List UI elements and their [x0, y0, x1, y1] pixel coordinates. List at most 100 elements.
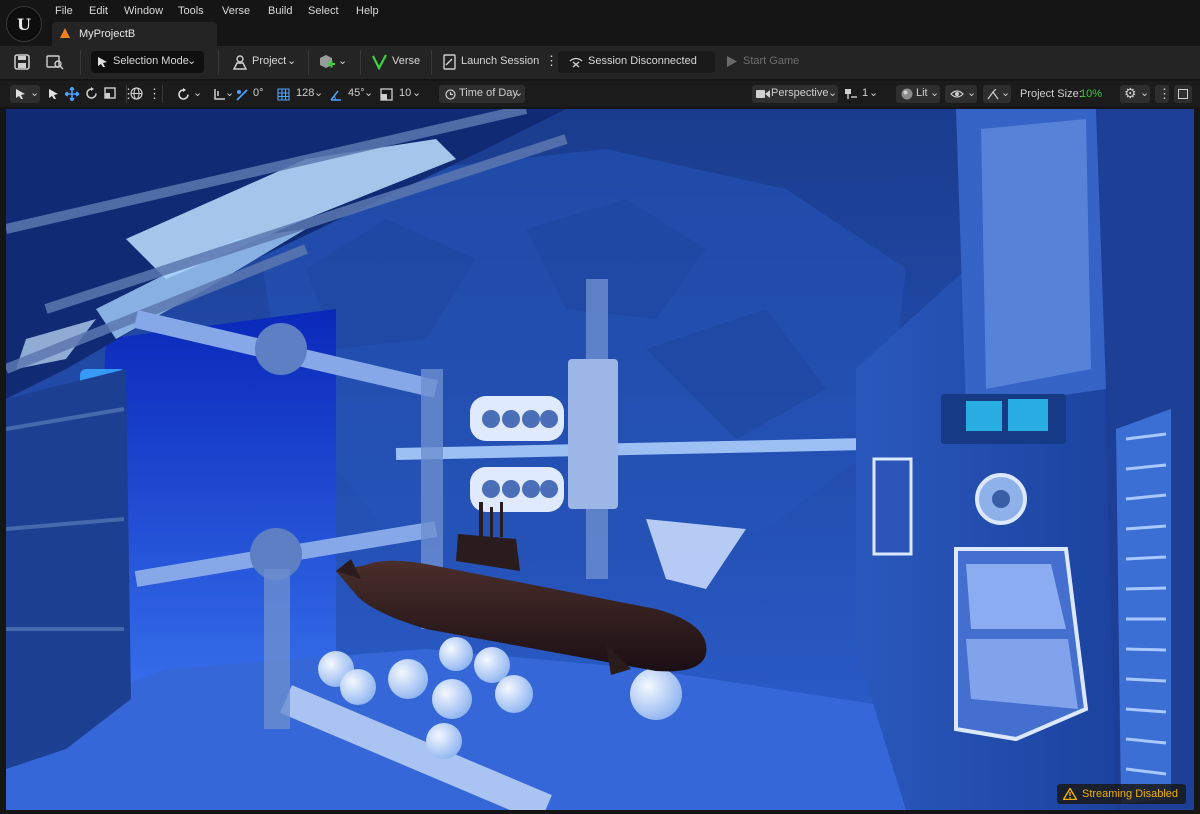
rotation-snap-icon: [178, 88, 189, 100]
toolbar-divider: [360, 50, 361, 75]
chevron-down-icon: ⌄: [412, 87, 422, 99]
start-game-button[interactable]: Start Game: [724, 51, 804, 73]
menu-verse[interactable]: Verse: [222, 5, 250, 17]
rotate-icon[interactable]: [85, 87, 98, 100]
menu-file[interactable]: File: [55, 5, 73, 17]
menu-window[interactable]: Window: [124, 5, 163, 17]
selection-mode-dropdown[interactable]: Selection Mode ⌄: [91, 51, 204, 73]
menu-select[interactable]: Select: [308, 5, 339, 17]
toolbar-divider: [431, 50, 432, 75]
camera-speed-label: 1: [862, 87, 869, 99]
rotation-snap-value[interactable]: 0°: [235, 85, 271, 103]
time-of-day-dropdown[interactable]: Time of Day ⌄: [439, 85, 525, 103]
maximize-icon: [1178, 89, 1188, 99]
time-of-day-label: Time of Day: [459, 87, 518, 99]
lit-sphere-icon: [901, 88, 913, 100]
scale-snap-dropdown[interactable]: 10 ⌄: [380, 85, 422, 103]
world-icon[interactable]: [130, 87, 143, 100]
rotation-snap-label: 0°: [253, 87, 264, 99]
gizmo-dropdown[interactable]: ⌄: [983, 85, 1011, 103]
ue-project-icon: [60, 28, 70, 38]
scale-icon[interactable]: [104, 87, 116, 99]
toolbar-divider: [218, 50, 219, 75]
scene-render: [6, 109, 1194, 810]
toolbar-divider: [308, 50, 309, 75]
project-tab-label: MyProjectB: [79, 28, 136, 40]
menu-bar: U File Edit Window Tools Verse Build Sel…: [0, 0, 1200, 46]
grid-size-label: 128: [296, 87, 315, 99]
chevron-down-icon: ⌄: [225, 87, 235, 99]
add-actor-dropdown[interactable]: ⌄: [318, 51, 352, 73]
chevron-down-icon: ⌄: [1140, 87, 1150, 99]
project-size-value: 10%: [1080, 88, 1103, 100]
more-icon[interactable]: ⋮: [545, 53, 558, 69]
grid-snap-dropdown[interactable]: 128 ⌄: [277, 85, 324, 103]
chevron-down-icon: ⌄: [338, 55, 348, 67]
chevron-down-icon: ⌄: [314, 87, 324, 99]
chevron-down-icon: ⌄: [1001, 87, 1011, 99]
rotation-snap-dropdown[interactable]: ⌄: [175, 85, 203, 103]
menu-help[interactable]: Help: [356, 5, 379, 17]
level-viewport[interactable]: Streaming Disabled: [6, 109, 1194, 810]
camera-speed-dropdown[interactable]: 1 ⌄: [845, 85, 879, 103]
maximize-viewport-button[interactable]: [1174, 85, 1192, 103]
session-status: Session Disconnected: [558, 51, 715, 73]
transform-icon: [16, 89, 25, 99]
select-arrow-icon[interactable]: [48, 88, 60, 100]
save-icon[interactable]: [14, 54, 30, 70]
launch-session-label: Launch Session: [461, 55, 540, 67]
surface-snap-dropdown[interactable]: ⌄: [211, 85, 234, 103]
angle-snap-dropdown[interactable]: 45° ⌄: [329, 85, 373, 103]
chevron-down-icon: ⌄: [287, 55, 297, 67]
chevron-down-icon: ⌄: [30, 87, 40, 99]
show-flags-dropdown[interactable]: ⌄: [945, 85, 977, 103]
settings-gear-icon: ⚙: [1124, 85, 1137, 101]
menu-edit[interactable]: Edit: [89, 5, 108, 17]
menu-build[interactable]: Build: [268, 5, 292, 17]
chevron-down-icon: ⌄: [828, 87, 838, 99]
chevron-down-icon: ⌄: [869, 87, 879, 99]
selection-mode-icon: [98, 57, 107, 67]
angle-snap-icon: [236, 89, 248, 101]
toolbar-divider: [162, 85, 163, 103]
scale-snap-icon: [380, 88, 393, 101]
toolbar-divider: [80, 50, 81, 75]
session-status-label: Session Disconnected: [588, 55, 697, 67]
eye-icon: [950, 90, 964, 98]
selection-mode-label: Selection Mode: [113, 55, 189, 67]
grid-icon: [277, 88, 290, 101]
launch-session-icon: [443, 54, 456, 70]
perspective-dropdown[interactable]: Perspective ⌄: [752, 85, 838, 103]
chevron-down-icon: ⌄: [193, 87, 203, 99]
chevron-down-icon: ⌄: [967, 87, 977, 99]
project-icon: [232, 55, 248, 70]
camera-speed-icon: [845, 89, 857, 99]
gizmo-icon: [987, 89, 999, 100]
session-disconnected-icon: [569, 57, 583, 68]
unreal-logo-icon[interactable]: U: [6, 6, 42, 42]
verse-icon: [372, 54, 387, 70]
scale-snap-label: 10: [399, 87, 412, 99]
more-icon[interactable]: ⋮: [148, 86, 161, 102]
transform-mode-dropdown[interactable]: ⌄: [10, 85, 40, 103]
lit-dropdown[interactable]: Lit ⌄: [896, 85, 940, 103]
add-actor-icon: [320, 55, 335, 68]
menu-tools[interactable]: Tools: [178, 5, 204, 17]
play-icon: [727, 56, 737, 67]
viewport-toolbar: ⌄ ⋮ ⋮ ⌄ ⌄ 0° 128 ⌄ 45° ⌄ 10 ⌄ Time of Da…: [0, 81, 1200, 107]
project-label: Project: [252, 55, 287, 67]
content-browser-icon[interactable]: [46, 54, 64, 70]
viewport-settings-dropdown[interactable]: ⚙ ⌄: [1120, 85, 1150, 103]
streaming-status-badge[interactable]: Streaming Disabled: [1057, 784, 1186, 804]
project-dropdown[interactable]: Project ⌄: [230, 51, 300, 73]
verse-button[interactable]: Verse: [372, 51, 424, 73]
lit-label: Lit: [916, 87, 928, 99]
start-game-label: Start Game: [743, 55, 800, 67]
move-icon[interactable]: [65, 87, 79, 101]
project-tab[interactable]: MyProjectB: [52, 22, 217, 46]
launch-session-button[interactable]: Launch Session: [441, 51, 540, 73]
more-icon: ⋮: [1158, 86, 1171, 101]
streaming-status-label: Streaming Disabled: [1082, 788, 1178, 800]
project-size-label: Project Size:: [1020, 88, 1082, 100]
viewport-options-button[interactable]: ⋮: [1155, 85, 1171, 103]
